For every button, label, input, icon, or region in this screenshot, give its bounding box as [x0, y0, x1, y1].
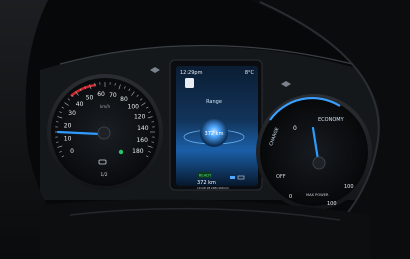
speed-tick-label: 80 [120, 96, 128, 103]
outside-temperature: 8°C [245, 70, 255, 76]
clock-time: 12:29pm [180, 70, 203, 76]
speed-tick-label: 10 [64, 136, 72, 143]
headlight-icon [230, 176, 235, 179]
power-meter-hub [312, 156, 326, 170]
car-instrument-cluster-photo: 0 10 20 30 40 50 60 70 80 100 120 140 160 180 km/h 1/… [0, 0, 410, 259]
speed-tick-label: 160 [136, 137, 148, 144]
speed-tick-label: 20 [64, 122, 72, 129]
speed-tick-label: 100 [128, 104, 140, 111]
center-display: 12:29pm 8°C Range 372 km READY 372 km 10… [169, 59, 263, 191]
label-off: OFF [276, 174, 286, 180]
power-tick-right: 100 [344, 184, 354, 190]
speed-tick-label: 140 [137, 125, 149, 132]
speedometer: 0 10 20 304050 60 7080100 120 140 160 180 km/h 1/… [47, 74, 163, 190]
speed-tick-label: 30 [68, 110, 76, 117]
speed-tick-label: 60 [97, 91, 105, 98]
ready-badge: READY [199, 173, 212, 178]
range-value: 372 km [205, 131, 224, 137]
footer-detail: 10 kW 28 kWh/100 km [197, 186, 229, 190]
charging-plug-icon [185, 78, 194, 88]
power-meter: ECONOMY CHARGE OFF MAX POWER 0 0 100 100 [256, 94, 372, 210]
speed-tick-label: 70 [109, 92, 117, 99]
power-tick-bottom: 100 [327, 201, 337, 207]
speed-tick-label: 180 [132, 148, 144, 155]
battery-fraction: 1/2 [100, 172, 107, 178]
label-economy: ECONOMY [318, 117, 345, 123]
display-title: Range [206, 99, 222, 105]
speed-tick-label: 120 [134, 114, 146, 121]
power-tick-top: 0 [293, 125, 297, 132]
power-tick-left: 0 [289, 194, 292, 200]
speed-tick-label: 0 [70, 148, 74, 155]
speedometer-hub [97, 126, 111, 140]
label-max-power: MAX POWER [306, 193, 329, 197]
speed-tick-label: 40 [76, 101, 84, 108]
green-indicator-icon [118, 149, 124, 155]
speed-unit: km/h [100, 104, 111, 109]
speed-tick-label: 50 [86, 94, 94, 101]
